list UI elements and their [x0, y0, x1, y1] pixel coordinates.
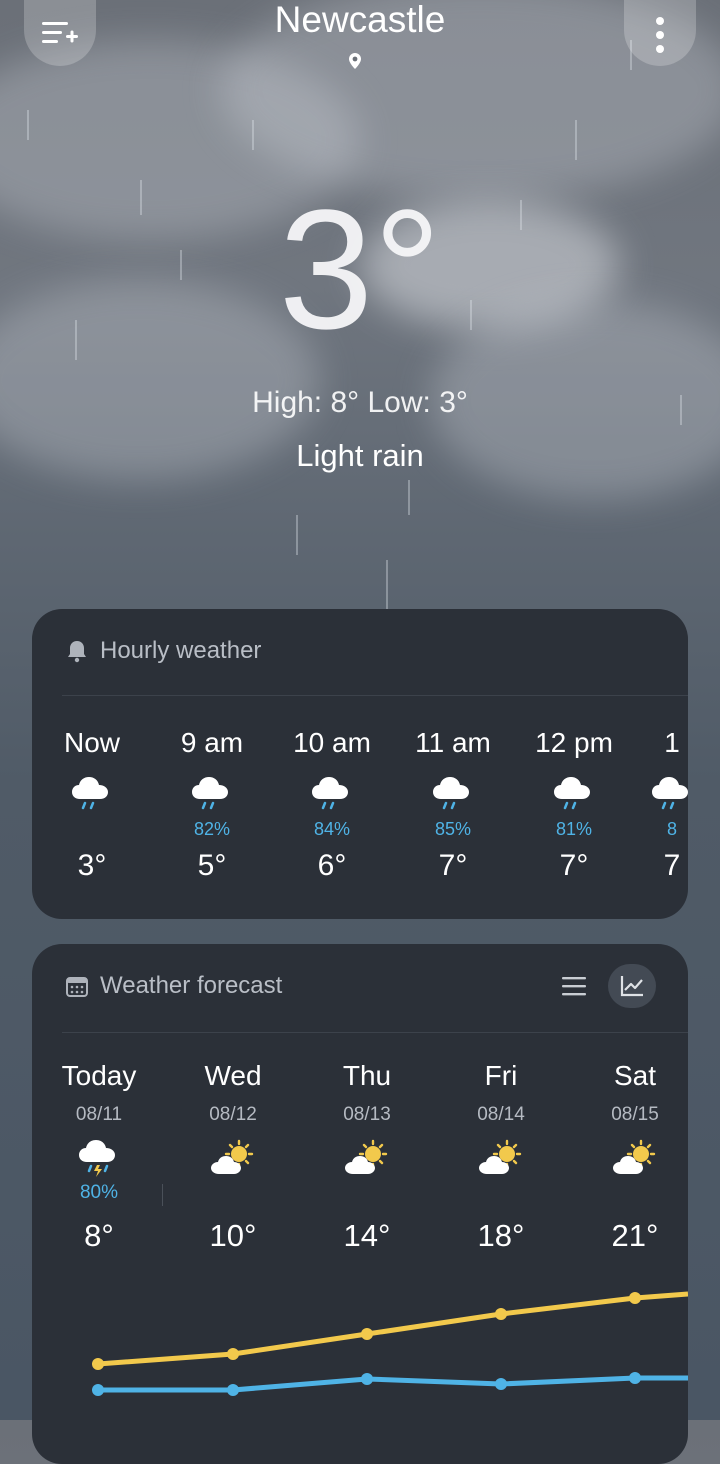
day-high: 8°	[84, 1218, 114, 1253]
hour-temp: 3°	[77, 849, 107, 882]
list-view-button[interactable]	[554, 964, 594, 1008]
high-temp-point	[92, 1358, 104, 1370]
forecast-day[interactable]: Wed 08/12 10°	[166, 1060, 300, 1254]
rain-icon	[393, 773, 513, 817]
thunderstorm-icon	[32, 1138, 166, 1182]
more-vert-icon	[656, 17, 664, 53]
high-temp-point	[495, 1308, 507, 1320]
high-temp-point	[629, 1292, 641, 1304]
high-temp-line	[97, 1291, 688, 1367]
partly-sunny-icon	[300, 1138, 434, 1182]
day-name: Sat	[613, 1060, 657, 1091]
hour-precip: 85%	[434, 819, 472, 839]
hourly-item[interactable]: 10 am 84% 6°	[272, 727, 392, 883]
hourly-item[interactable]: Now 3°	[32, 727, 152, 883]
current-condition: Light rain	[296, 438, 424, 473]
high-low-temperature: High: 8° Low: 3°	[252, 386, 468, 419]
weather-forecast-card[interactable]: Weather forecast Today 08/11 80% 8° Wed …	[32, 944, 688, 1464]
calendar-icon	[66, 977, 88, 997]
low-temp-line	[98, 1375, 688, 1393]
hour-precip	[32, 819, 152, 843]
day-date: 08/14	[477, 1104, 525, 1125]
day-high: 14°	[343, 1218, 391, 1253]
hour-precip: 84%	[313, 819, 351, 839]
day-precip	[300, 1182, 434, 1204]
temperature-trend-graph	[92, 1291, 688, 1396]
low-temp-point	[92, 1384, 104, 1396]
forecast-day[interactable]: Thu 08/13 14°	[300, 1060, 434, 1254]
line-chart-icon	[620, 976, 643, 997]
rain-icon	[612, 773, 688, 817]
hourly-item[interactable]: 9 am 82% 5°	[152, 727, 272, 883]
day-precip	[568, 1182, 688, 1204]
forecast-view-toggles	[554, 964, 656, 1008]
rain-icon	[152, 773, 272, 817]
forecast-day[interactable]: Fri 08/14 18°	[434, 1060, 568, 1254]
day-high: 10°	[209, 1218, 257, 1253]
day-name: Thu	[342, 1060, 392, 1091]
rain-icon	[32, 773, 152, 817]
hour-temp: 7	[663, 849, 681, 882]
divider	[62, 1032, 688, 1033]
divider	[162, 1184, 163, 1206]
rain-icon	[272, 773, 392, 817]
hour-temp: 7°	[438, 849, 468, 882]
forecast-day[interactable]: Today 08/11 80% 8°	[32, 1060, 166, 1254]
partly-sunny-icon	[166, 1138, 300, 1182]
day-high: 21°	[611, 1218, 659, 1253]
high-temp-point	[361, 1328, 373, 1340]
low-temp-point	[361, 1373, 373, 1385]
hour-precip: 8	[666, 819, 677, 839]
low-temp-point	[495, 1378, 507, 1390]
partly-sunny-icon	[568, 1138, 688, 1182]
hour-time: 11 am	[415, 727, 491, 758]
forecast-day[interactable]: Sat 08/15 21°	[568, 1060, 688, 1254]
high-temp-point	[227, 1348, 239, 1360]
day-high: 18°	[477, 1218, 525, 1253]
low-temp-point	[629, 1372, 641, 1384]
hourly-item[interactable]: 1 8 7	[612, 727, 688, 883]
day-date: 08/13	[343, 1104, 391, 1125]
graph-view-button[interactable]	[608, 964, 656, 1008]
day-name: Fri	[484, 1060, 518, 1091]
list-icon	[562, 977, 586, 996]
hourly-weather-card[interactable]: Hourly weather Now 3° 9 am 82% 5° 10 am …	[32, 609, 688, 919]
hour-time: 10 am	[293, 727, 371, 758]
hour-time: Now	[63, 727, 120, 758]
hour-time: 9 am	[180, 727, 244, 758]
hourly-weather-title: Hourly weather	[100, 637, 262, 664]
weather-forecast-header: Weather forecast	[64, 972, 282, 1000]
bell-icon	[68, 641, 86, 663]
day-name: Wed	[204, 1060, 262, 1091]
day-name: Today	[61, 1060, 137, 1091]
day-date: 08/11	[75, 1104, 123, 1125]
day-date: 08/12	[209, 1104, 257, 1125]
weather-forecast-title: Weather forecast	[100, 972, 283, 999]
day-precip	[166, 1182, 300, 1204]
hour-temp: 5°	[197, 849, 227, 882]
partly-sunny-icon	[434, 1138, 568, 1182]
day-precip	[434, 1182, 568, 1204]
hourly-item[interactable]: 11 am 85% 7°	[393, 727, 513, 883]
city-name[interactable]: Newcastle	[0, 0, 720, 40]
day-date: 08/15	[611, 1104, 659, 1125]
low-temp-point	[227, 1384, 239, 1396]
hourly-weather-header: Hourly weather	[64, 637, 261, 665]
current-temperature: 3°	[278, 175, 442, 365]
location-pin-icon	[348, 52, 362, 75]
hour-precip: 82%	[193, 819, 231, 839]
hour-time: 1	[664, 727, 680, 758]
day-precip: 80%	[79, 1182, 119, 1203]
hour-temp: 6°	[317, 849, 347, 882]
divider	[62, 695, 688, 696]
